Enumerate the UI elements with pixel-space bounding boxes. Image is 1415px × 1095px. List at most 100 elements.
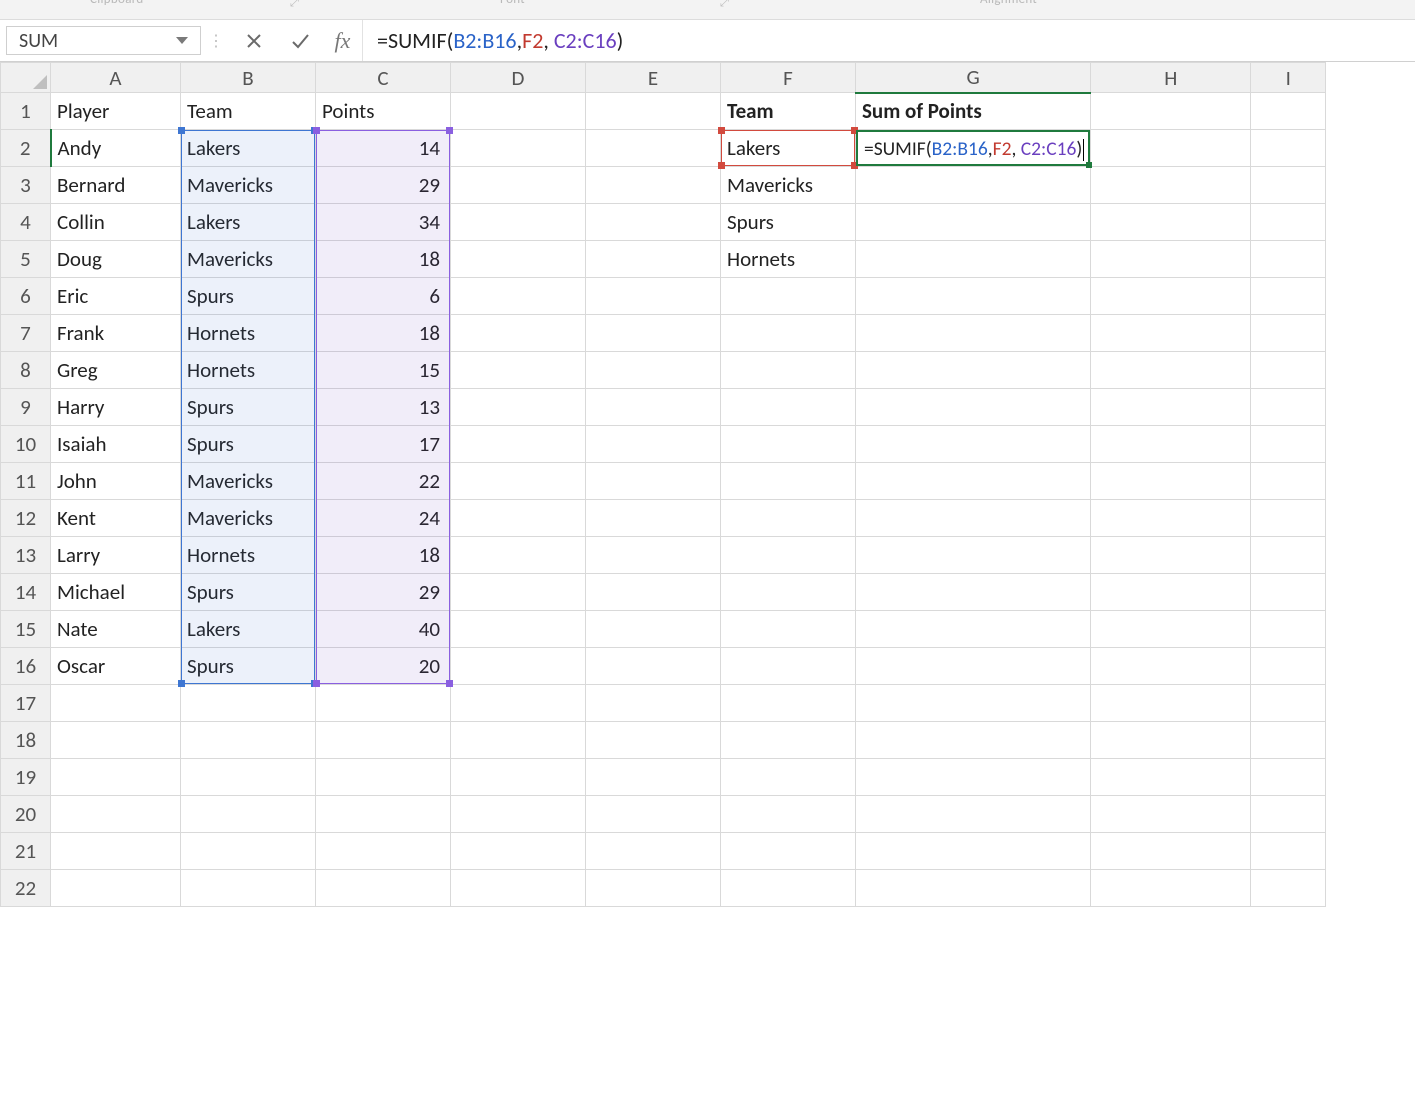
ribbon-launcher-icon[interactable]: ⤢ <box>720 0 729 10</box>
cell[interactable] <box>451 685 586 722</box>
cell[interactable] <box>451 759 586 796</box>
cell[interactable] <box>856 759 1091 796</box>
cell[interactable] <box>1251 685 1326 722</box>
cell[interactable]: 13 <box>316 389 451 426</box>
cell[interactable] <box>1251 537 1326 574</box>
cell[interactable] <box>856 500 1091 537</box>
cell[interactable] <box>181 870 316 907</box>
cell[interactable] <box>1251 463 1326 500</box>
cell[interactable] <box>1091 204 1251 241</box>
cell[interactable]: 18 <box>316 537 451 574</box>
formula-input[interactable]: =SUMIF(B2:B16,F2, C2:C16) <box>363 20 1415 61</box>
cell[interactable] <box>586 167 721 204</box>
cell[interactable] <box>1251 759 1326 796</box>
cancel-button[interactable] <box>231 20 277 61</box>
cell[interactable] <box>451 870 586 907</box>
cell[interactable] <box>1251 722 1326 759</box>
cell[interactable] <box>1091 796 1251 833</box>
cell[interactable] <box>586 870 721 907</box>
cell[interactable] <box>451 352 586 389</box>
cell[interactable] <box>856 833 1091 870</box>
cell[interactable] <box>1091 870 1251 907</box>
cell[interactable] <box>856 537 1091 574</box>
cell[interactable] <box>1251 833 1326 870</box>
cell[interactable] <box>51 833 181 870</box>
cell[interactable]: Oscar <box>51 648 181 685</box>
cell[interactable] <box>181 796 316 833</box>
cell[interactable] <box>856 463 1091 500</box>
cell[interactable] <box>316 685 451 722</box>
row-header-3[interactable]: 3 <box>1 167 51 204</box>
row-header-16[interactable]: 16 <box>1 648 51 685</box>
cell[interactable]: Spurs <box>181 574 316 611</box>
row-header-15[interactable]: 15 <box>1 611 51 648</box>
cell[interactable] <box>1091 833 1251 870</box>
cell[interactable] <box>721 278 856 315</box>
cell[interactable] <box>721 315 856 352</box>
cell[interactable] <box>586 389 721 426</box>
row-header-5[interactable]: 5 <box>1 241 51 278</box>
cell[interactable] <box>181 833 316 870</box>
cell[interactable]: Sum of Points <box>856 93 1091 130</box>
spreadsheet-grid[interactable]: A B C D E F G H I 1PlayerTeamPointsTeamS… <box>0 62 1415 907</box>
cell[interactable] <box>586 93 721 130</box>
chevron-down-icon[interactable] <box>176 37 188 44</box>
col-header-F[interactable]: F <box>721 63 856 93</box>
cell[interactable]: Player <box>51 93 181 130</box>
col-header-B[interactable]: B <box>181 63 316 93</box>
cell[interactable] <box>586 278 721 315</box>
cell[interactable]: Frank <box>51 315 181 352</box>
row-header-10[interactable]: 10 <box>1 426 51 463</box>
cell[interactable] <box>586 352 721 389</box>
cell[interactable] <box>451 167 586 204</box>
cell[interactable] <box>856 315 1091 352</box>
cell[interactable] <box>1091 759 1251 796</box>
cell[interactable]: Michael <box>51 574 181 611</box>
cell[interactable] <box>721 722 856 759</box>
row-header-22[interactable]: 22 <box>1 870 51 907</box>
cell[interactable] <box>1251 352 1326 389</box>
row-header-21[interactable]: 21 <box>1 833 51 870</box>
col-header-D[interactable]: D <box>451 63 586 93</box>
cell[interactable] <box>316 796 451 833</box>
cell[interactable] <box>1091 722 1251 759</box>
cell[interactable] <box>856 389 1091 426</box>
cell[interactable] <box>451 537 586 574</box>
cell[interactable]: Hornets <box>181 352 316 389</box>
cell[interactable] <box>1091 463 1251 500</box>
cell[interactable]: Mavericks <box>181 500 316 537</box>
cell[interactable] <box>1091 352 1251 389</box>
cell[interactable] <box>1251 870 1326 907</box>
cell[interactable]: Hornets <box>721 241 856 278</box>
row-header-8[interactable]: 8 <box>1 352 51 389</box>
cell[interactable] <box>451 241 586 278</box>
cell[interactable] <box>586 204 721 241</box>
cell[interactable]: 24 <box>316 500 451 537</box>
cell[interactable]: Bernard <box>51 167 181 204</box>
cell[interactable] <box>856 278 1091 315</box>
cell[interactable]: 20 <box>316 648 451 685</box>
cell[interactable] <box>586 833 721 870</box>
row-header-14[interactable]: 14 <box>1 574 51 611</box>
cell[interactable] <box>856 426 1091 463</box>
cell[interactable] <box>856 352 1091 389</box>
cell[interactable] <box>1251 611 1326 648</box>
cell[interactable] <box>856 685 1091 722</box>
cell[interactable] <box>856 796 1091 833</box>
cell[interactable] <box>1091 685 1251 722</box>
cell[interactable] <box>1251 130 1326 167</box>
cell[interactable]: Team <box>721 93 856 130</box>
row-header-17[interactable]: 17 <box>1 685 51 722</box>
enter-button[interactable] <box>277 20 323 61</box>
cell[interactable]: 15 <box>316 352 451 389</box>
fx-label[interactable]: fx <box>323 20 363 61</box>
cell[interactable]: Spurs <box>181 648 316 685</box>
cell[interactable] <box>586 759 721 796</box>
cell[interactable] <box>1251 93 1326 130</box>
row-header-20[interactable]: 20 <box>1 796 51 833</box>
cell[interactable] <box>316 833 451 870</box>
cell[interactable]: Spurs <box>181 426 316 463</box>
cell[interactable]: Kent <box>51 500 181 537</box>
cell[interactable] <box>451 500 586 537</box>
cell[interactable] <box>856 722 1091 759</box>
